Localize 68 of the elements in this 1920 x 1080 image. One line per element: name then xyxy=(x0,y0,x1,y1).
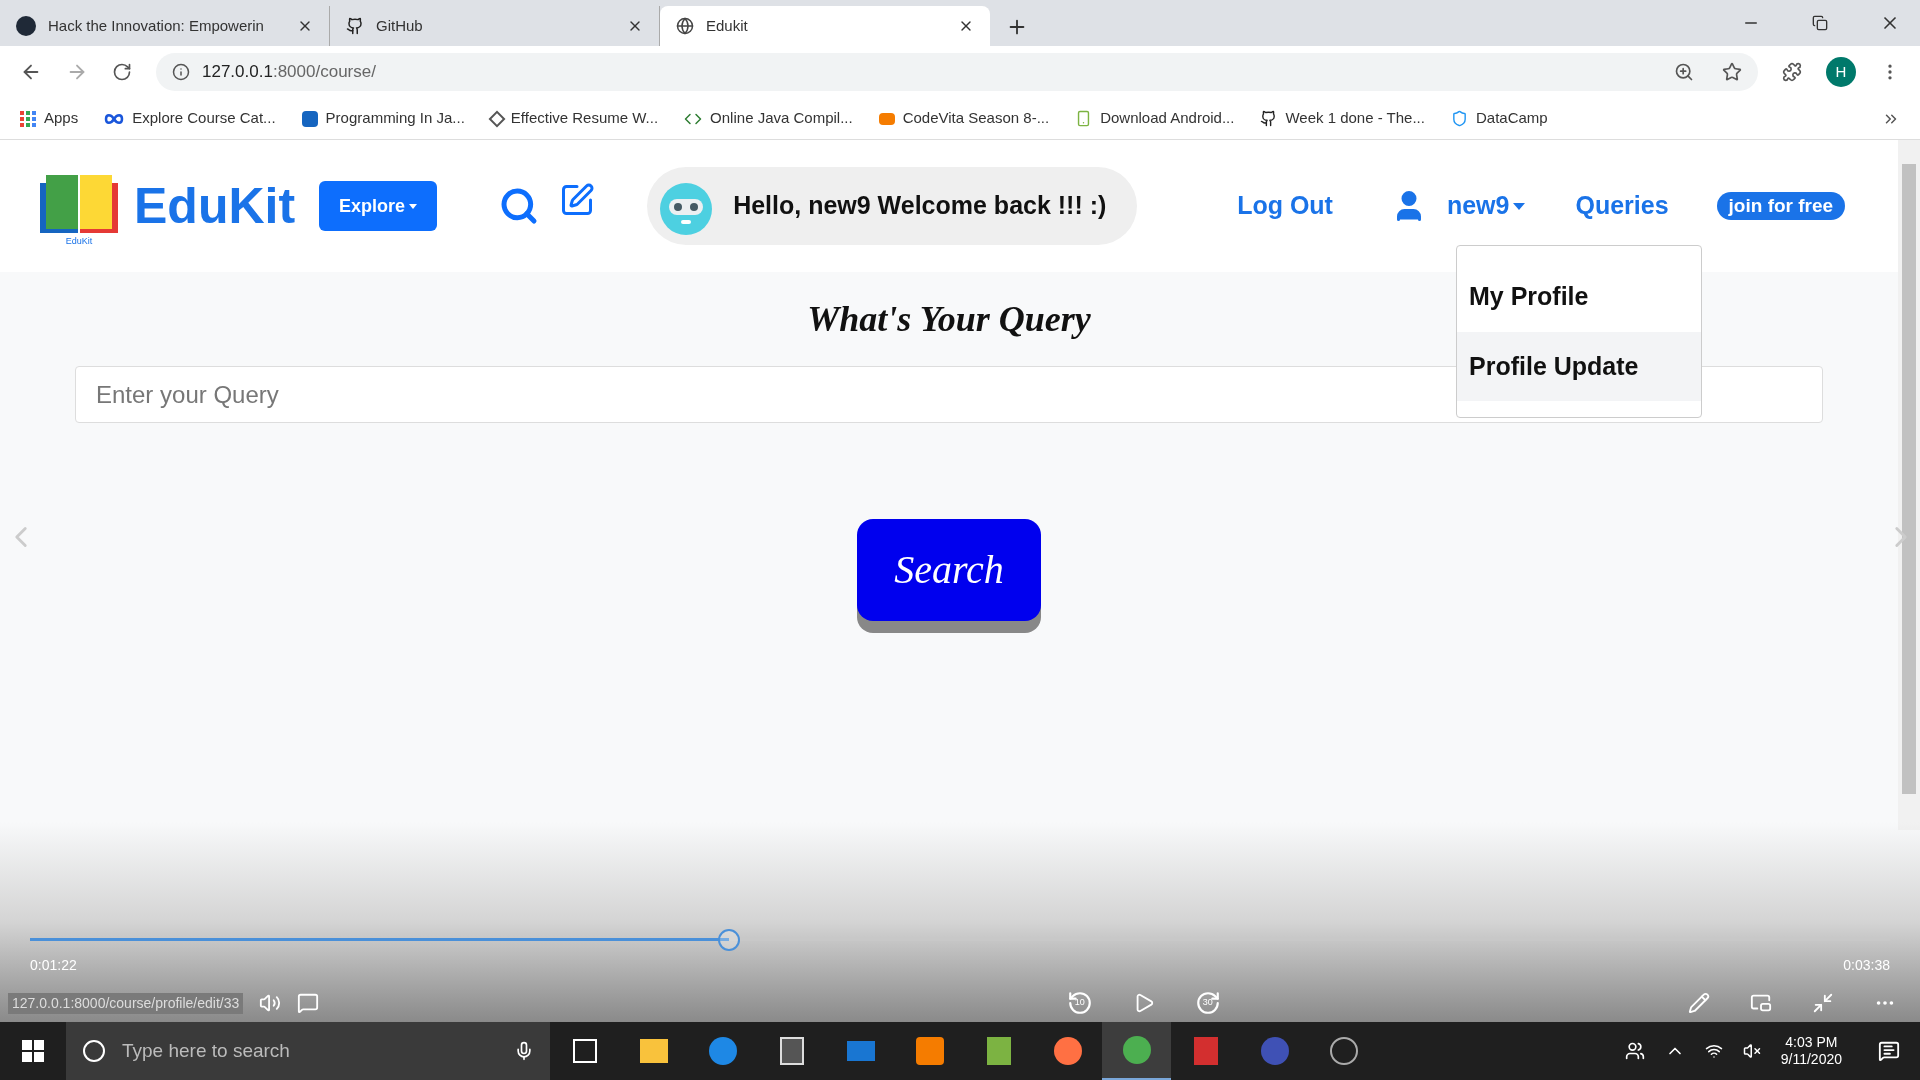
dropdown-item[interactable]: My Profile xyxy=(1457,262,1701,332)
page-title: What's Your Query xyxy=(807,298,1091,341)
tab-title: GitHub xyxy=(376,15,424,36)
total-time: 0:03:38 xyxy=(1843,956,1890,975)
grid-icon xyxy=(20,110,36,127)
seek-thumb[interactable] xyxy=(718,929,741,951)
greeting-text: Hello, new9 Welcome back !!! :) xyxy=(733,190,1107,222)
bookmark[interactable]: Download Android... xyxy=(1075,107,1235,130)
shield-icon xyxy=(1450,110,1468,127)
reload-icon[interactable] xyxy=(112,62,132,82)
notifications-icon[interactable] xyxy=(1878,1040,1900,1062)
queries-link[interactable]: Queries xyxy=(1575,187,1669,225)
bookmark[interactable]: DataCamp xyxy=(1450,107,1548,130)
bookmark[interactable]: Explore Course Cat... xyxy=(104,107,276,130)
captions-icon[interactable] xyxy=(297,992,320,1014)
join-button[interactable]: join for free xyxy=(1716,192,1846,220)
bookmark[interactable]: Week 1 done - The... xyxy=(1260,107,1425,130)
url-text: 127.0.0.1:8000/course/ xyxy=(202,61,377,84)
muted-icon[interactable] xyxy=(1742,1042,1761,1060)
profile-avatar[interactable]: H xyxy=(1826,57,1856,87)
cortana-icon xyxy=(82,1039,106,1063)
dropdown-item[interactable]: Profile Update xyxy=(1457,331,1701,401)
globe-icon xyxy=(676,17,694,35)
app-icon xyxy=(1260,1037,1289,1065)
pen-icon[interactable] xyxy=(1688,992,1710,1014)
search-placeholder: Type here to search xyxy=(122,1038,291,1063)
caret-icon xyxy=(1513,202,1526,210)
mic-icon xyxy=(514,1041,534,1061)
info-icon xyxy=(172,63,190,81)
app-icon xyxy=(915,1037,944,1065)
taskbar-search[interactable]: Type here to search xyxy=(66,1022,550,1080)
bookmark[interactable]: Online Java Compil... xyxy=(684,107,853,130)
star-icon[interactable] xyxy=(1722,62,1742,82)
browser-tab[interactable]: Hack the Innovation: Empowerin xyxy=(0,6,330,46)
bookmark[interactable]: Apps xyxy=(20,107,79,130)
people-icon[interactable] xyxy=(1624,1041,1645,1061)
app-icon xyxy=(1329,1037,1358,1065)
elapsed-time: 0:01:22 xyxy=(30,956,77,975)
github-icon xyxy=(1260,110,1278,127)
scrollbar[interactable] xyxy=(1898,140,1920,830)
tab-title: Edukit xyxy=(706,15,749,36)
github-icon xyxy=(346,17,364,35)
bookmark[interactable]: CodeVita Season 8-... xyxy=(878,107,1050,130)
address-bar[interactable]: 127.0.0.1:8000/course/ xyxy=(156,53,1758,91)
logout-link[interactable]: Log Out xyxy=(1237,187,1333,225)
volume-icon[interactable] xyxy=(259,992,282,1014)
network-icon[interactable] xyxy=(1704,1042,1723,1060)
logo-text[interactable]: EduKit xyxy=(134,168,296,244)
clock-date: 9/11/2020 xyxy=(1780,1051,1842,1069)
status-url: 127.0.0.1:8000/course/profile/edit/33 xyxy=(8,992,244,1014)
extensions-icon[interactable] xyxy=(1782,62,1802,82)
bookmark[interactable]: Programming In Ja... xyxy=(301,107,465,130)
bookmark[interactable]: Effective Resume W... xyxy=(490,107,659,130)
logo-caption: EduKit xyxy=(65,236,93,246)
infinity-icon xyxy=(104,112,125,125)
clock-time: 4:03 PM xyxy=(1785,1033,1838,1051)
tab-title: Hack the Innovation: Empowerin xyxy=(48,15,265,36)
windows-icon xyxy=(22,1040,44,1062)
restore-icon[interactable] xyxy=(1812,15,1828,31)
caret-icon xyxy=(409,203,418,209)
user-menu[interactable]: new9 xyxy=(1446,187,1526,225)
explore-button[interactable]: Explore xyxy=(319,181,438,231)
edit-icon[interactable] xyxy=(559,182,596,218)
mini-player-icon[interactable] xyxy=(1750,992,1772,1014)
browser-tab[interactable]: Edukit xyxy=(660,6,990,46)
zoom-icon[interactable] xyxy=(1674,62,1694,82)
exit-fullscreen-icon[interactable] xyxy=(1812,992,1834,1014)
clock[interactable]: 4:03 PM 9/11/2020 xyxy=(1780,1033,1842,1069)
